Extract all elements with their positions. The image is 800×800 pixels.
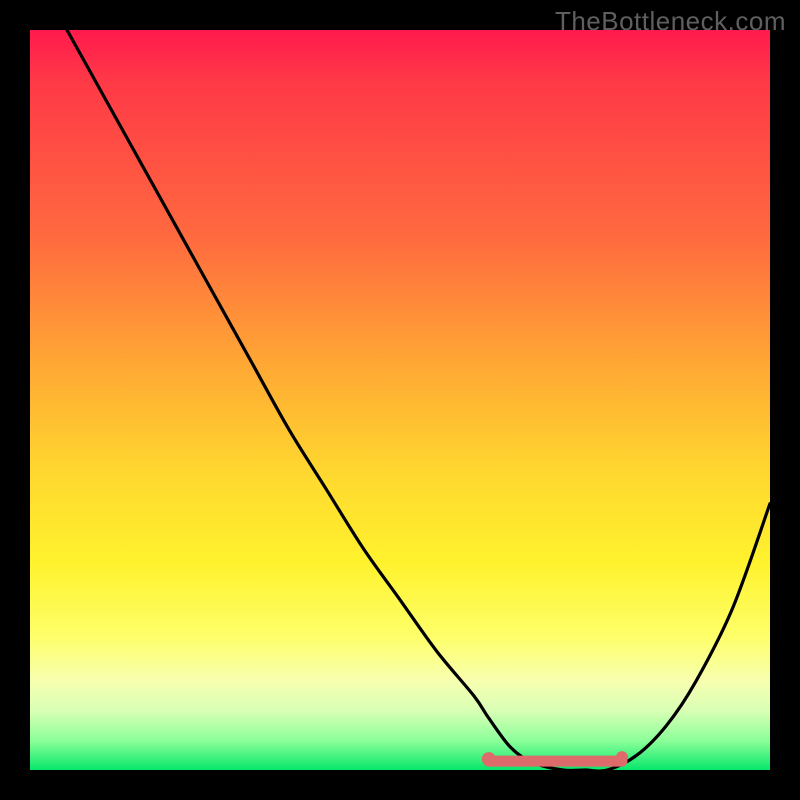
plot-area [30, 30, 770, 770]
bottleneck-curve [67, 30, 770, 770]
watermark-label: TheBottleneck.com [555, 6, 786, 37]
chart-frame: TheBottleneck.com [0, 0, 800, 800]
curve-layer [30, 30, 770, 770]
optimal-range-start-dot [482, 752, 496, 766]
optimal-range-end-dot [616, 751, 628, 763]
